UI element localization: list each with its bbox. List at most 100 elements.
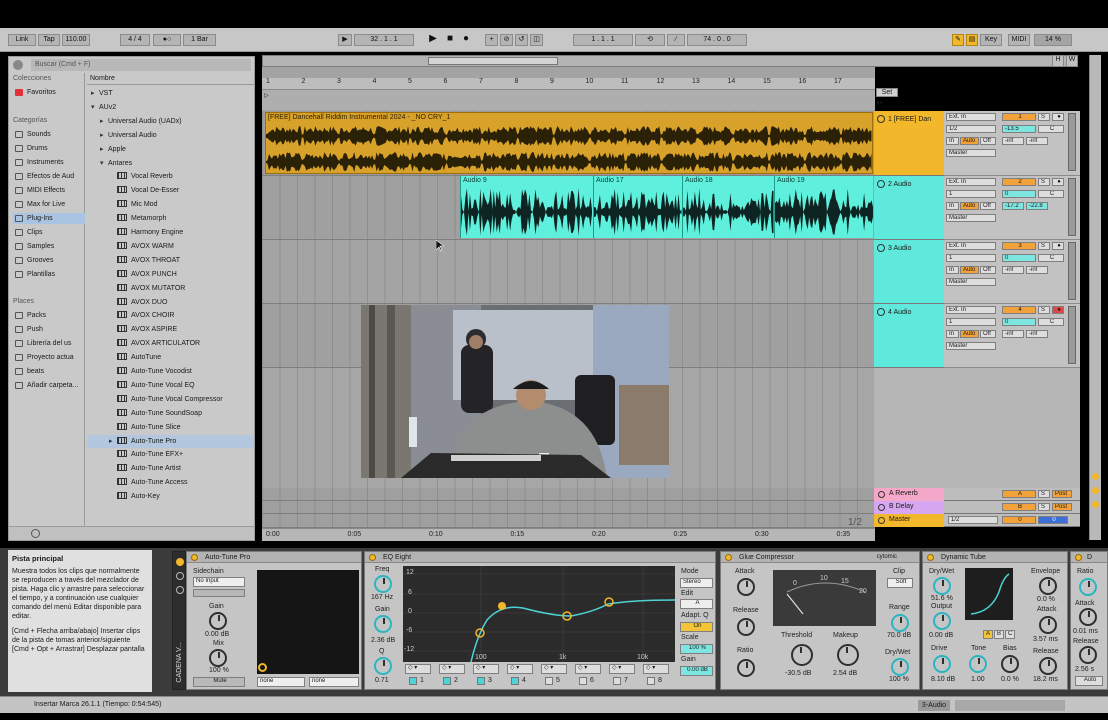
eq-band-handle[interactable] xyxy=(498,602,506,610)
output-select[interactable]: Master xyxy=(946,214,996,222)
input-type-select[interactable]: Ext. In xyxy=(946,306,996,314)
track-name[interactable]: 2 Audio xyxy=(877,180,911,188)
track-header[interactable]: 2 Audio xyxy=(874,176,944,240)
q-knob[interactable] xyxy=(374,657,392,675)
track-activator-button[interactable]: 1 xyxy=(1002,113,1036,121)
plugin-item[interactable]: Harmony Engine xyxy=(87,226,254,239)
category-item[interactable]: Samples xyxy=(13,241,85,252)
send-a-field[interactable]: -inf xyxy=(1002,137,1024,145)
track-name[interactable]: 1 [FREE] Dan xyxy=(877,115,931,123)
return-track[interactable]: B Delay B S Post xyxy=(874,501,1080,514)
category-item[interactable]: Plantillas xyxy=(13,269,85,280)
category-item[interactable]: Clips xyxy=(13,227,85,238)
place-item[interactable]: beats xyxy=(13,366,85,377)
volume-field[interactable]: 0 xyxy=(1002,190,1036,198)
set-locator-button[interactable]: Set xyxy=(876,88,898,97)
link-button[interactable]: Link xyxy=(8,34,36,46)
band-filter-type-select[interactable]: ◇ ▾ xyxy=(507,664,533,674)
category-item[interactable]: Drums xyxy=(13,143,85,154)
return-track[interactable]: Master 0 1/2 0 xyxy=(874,514,1080,527)
output-select[interactable]: Master xyxy=(946,149,996,157)
monitor-auto-button[interactable]: Auto xyxy=(960,330,979,338)
plugin-display[interactable] xyxy=(257,570,359,674)
track-name[interactable]: 3 Audio xyxy=(877,244,911,252)
plugin-item[interactable]: AVOX MUTATOR xyxy=(87,282,254,295)
sidechain-select[interactable]: No Input xyxy=(193,577,245,587)
power-icon[interactable] xyxy=(176,558,184,566)
fold-icon[interactable] xyxy=(877,115,885,123)
plugin-item[interactable]: AVOX ARTICULATOR xyxy=(87,337,254,350)
band-on-toggle[interactable] xyxy=(647,677,655,685)
h-button[interactable]: H xyxy=(1052,55,1064,67)
ratio-knob[interactable] xyxy=(737,659,755,677)
mute-button[interactable]: Mute xyxy=(193,677,245,687)
solo-button[interactable]: S xyxy=(1038,113,1050,121)
power-icon[interactable] xyxy=(1075,554,1082,561)
track-header[interactable]: 4 Audio xyxy=(874,304,944,368)
solo-button[interactable]: S xyxy=(1038,242,1050,250)
monitor-off-button[interactable]: Off xyxy=(980,202,996,210)
scale-field[interactable]: 100 % xyxy=(680,644,713,654)
input-type-select[interactable]: Ext. In xyxy=(946,242,996,250)
solo-button[interactable]: S xyxy=(1038,503,1050,511)
plugin-item[interactable]: Auto-Tune Vocal Compressor xyxy=(87,393,254,406)
tone-knob[interactable] xyxy=(969,655,987,673)
volume-field[interactable]: 0 xyxy=(1002,254,1036,262)
folder-item[interactable]: ▸ Universal Audio (UADx) xyxy=(87,115,254,128)
master-output-select[interactable]: 1/2 xyxy=(948,516,998,524)
band-on-toggle[interactable] xyxy=(545,677,553,685)
folder-item[interactable]: ▾ Antares xyxy=(87,157,254,170)
power-icon[interactable] xyxy=(369,554,376,561)
release-knob[interactable] xyxy=(1039,657,1057,675)
key-map-button[interactable]: Key xyxy=(980,34,1002,46)
send-a-field[interactable]: -17.2 xyxy=(1002,202,1024,210)
plugin-item[interactable]: Vocal Reverb xyxy=(87,170,254,183)
send-b-field[interactable]: -22.8 xyxy=(1026,202,1048,210)
return-activator-button[interactable]: 0 xyxy=(1002,516,1036,524)
track-name[interactable]: 4 Audio xyxy=(877,308,911,316)
plugin-item[interactable]: AVOX WARM xyxy=(87,240,254,253)
monitor-in-button[interactable]: In xyxy=(946,266,959,274)
chevron-right-icon[interactable]: ▸ xyxy=(109,435,117,448)
ratio-knob[interactable] xyxy=(1079,578,1097,596)
plugin-item[interactable]: AVOX THROAT xyxy=(87,254,254,267)
input-channel-select[interactable]: 1 xyxy=(946,318,996,326)
release-knob[interactable] xyxy=(737,618,755,636)
param-select-1[interactable]: none xyxy=(257,677,305,687)
arm-icon[interactable]: ● xyxy=(1052,306,1064,314)
category-item[interactable]: Instruments xyxy=(13,157,85,168)
plugin-item[interactable]: Metamorph xyxy=(87,212,254,225)
monitor-in-button[interactable]: In xyxy=(946,330,959,338)
band-on-toggle[interactable] xyxy=(613,677,621,685)
monitor-auto-button[interactable]: Auto xyxy=(960,266,979,274)
record-mode-toggle[interactable]: ●○ xyxy=(153,34,181,46)
eq-display[interactable]: 12 6 0 -6 -12 100 1k 10k xyxy=(403,566,676,663)
auto-release-toggle[interactable]: Auto xyxy=(1075,676,1103,686)
plugin-item[interactable]: Mic Mod xyxy=(87,198,254,211)
band-filter-type-select[interactable]: ◇ ▾ xyxy=(643,664,669,674)
band-on-toggle[interactable] xyxy=(579,677,587,685)
band-on-toggle[interactable] xyxy=(511,677,519,685)
eq-band-handle[interactable] xyxy=(604,597,614,607)
fold-icon[interactable] xyxy=(878,504,885,511)
fold-icon[interactable] xyxy=(877,180,885,188)
track-lane-3[interactable] xyxy=(262,240,875,304)
eq-curve-graph[interactable] xyxy=(403,566,676,663)
chevron-down-icon[interactable]: ▾ xyxy=(100,157,108,170)
place-item[interactable]: Push xyxy=(13,324,85,335)
makeup-knob[interactable] xyxy=(837,644,859,666)
chain-icon[interactable] xyxy=(176,572,184,580)
return-track[interactable]: A Reverb A S Post xyxy=(874,488,1080,501)
plugin-item[interactable]: Auto-Tune Vocal EQ xyxy=(87,379,254,392)
plugin-item[interactable]: Auto-Tune Vocodist xyxy=(87,365,254,378)
solo-button[interactable]: S xyxy=(1038,490,1050,498)
output-select[interactable]: Master xyxy=(946,342,996,350)
overview-viewport[interactable] xyxy=(428,57,558,65)
track-activator-button[interactable]: 4 xyxy=(1002,306,1036,314)
audio-clip-riddim[interactable]: [FREE] Dancehall Riddim Instrumental 202… xyxy=(265,112,873,174)
overdub-icon[interactable]: + xyxy=(485,34,498,46)
gain-knob[interactable] xyxy=(374,615,392,633)
selected-track-indicator[interactable]: 3-Audio xyxy=(918,700,950,711)
tap-button[interactable]: Tap xyxy=(38,34,60,46)
adaptive-q-toggle[interactable]: On xyxy=(680,622,713,632)
